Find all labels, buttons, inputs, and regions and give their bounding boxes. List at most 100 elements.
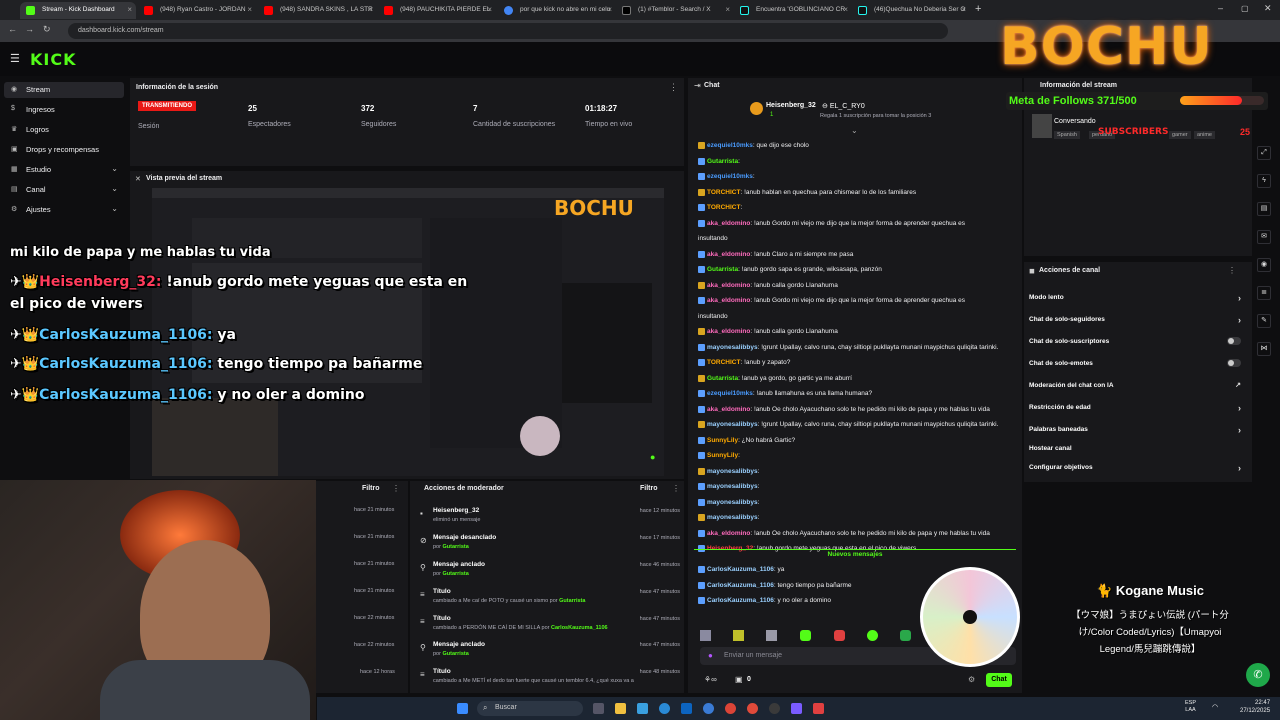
chat-username[interactable]: mayonesalibbys (707, 499, 758, 506)
emote-icon[interactable] (766, 630, 777, 641)
chat-username[interactable]: TORCHICT (707, 204, 740, 211)
app-icon[interactable] (813, 703, 824, 714)
close-icon[interactable]: × (725, 5, 730, 14)
menu-icon[interactable]: ☰ (10, 52, 20, 65)
chat-username[interactable]: mayonesalibbys (707, 421, 758, 428)
forward-icon[interactable]: → (25, 24, 34, 34)
chat-username[interactable]: ezequiel10mks (707, 173, 753, 180)
emote-icon[interactable] (867, 630, 878, 641)
chat-username[interactable]: mayonesalibbys (707, 514, 758, 521)
chat-username[interactable]: aka_eldomino (707, 328, 750, 335)
sidebar-item-stream[interactable]: ◉ Stream (4, 82, 124, 98)
kick-logo[interactable]: KICK (30, 50, 77, 69)
chat-username[interactable]: aka_eldomino (707, 406, 750, 413)
action-slow-mode[interactable]: Modo lento › (1029, 293, 1241, 303)
subs-only-toggle[interactable] (1227, 337, 1241, 345)
rail-document-icon[interactable]: ▤ (1257, 202, 1271, 216)
rail-wrench-icon[interactable]: ✎ (1257, 314, 1271, 328)
whatsapp-icon[interactable]: ✆ (1246, 663, 1270, 687)
sidebar-item-canal[interactable]: ▤ Canal ⌄ (4, 182, 124, 198)
task-view-icon[interactable] (593, 703, 604, 714)
emote-icon[interactable] (900, 630, 911, 641)
send-chat-button[interactable]: Chat (986, 673, 1012, 687)
chat-username[interactable]: SunnyLily (707, 452, 738, 459)
close-icon[interactable]: × (843, 5, 848, 14)
channel-points-icon[interactable]: ⚘∞ (704, 675, 717, 684)
sidebar-item-logros[interactable]: ♛ Logros (4, 122, 124, 138)
collapse-icon[interactable]: ✕ (135, 175, 141, 183)
tab-youtube-2[interactable]: (948) SANDRA SKINS , LA STR × (258, 2, 376, 19)
chat-username[interactable]: Gutarrista (707, 375, 738, 382)
chevron-down-icon[interactable]: ⌄ (851, 126, 858, 135)
action-subs-only[interactable]: Chat de solo-suscriptores (1029, 337, 1241, 345)
close-icon[interactable]: × (127, 5, 132, 14)
chat-username[interactable]: Gutarrista (707, 158, 738, 165)
url-field[interactable]: dashboard.kick.com/stream (68, 23, 948, 39)
mail-icon[interactable] (681, 703, 692, 714)
action-age-restriction[interactable]: Restricción de edad › (1029, 403, 1241, 413)
mod-filter-button[interactable]: Filtro (640, 485, 658, 492)
windows-start-icon[interactable] (457, 703, 468, 714)
chat-username[interactable]: aka_eldomino (707, 251, 750, 258)
chrome-icon[interactable] (747, 703, 758, 714)
chat-username[interactable]: CarlosKauzuma_1106 (707, 582, 774, 589)
stream-category[interactable]: Conversando (1054, 118, 1096, 125)
chat-username[interactable]: ezequiel10mks (707, 390, 753, 397)
minimize-button[interactable]: – (1218, 3, 1223, 13)
tab-youtube-3[interactable]: (948) PAUCHIKITA PIERDE EL × (378, 2, 496, 19)
taskbar-search[interactable]: ⌕ Buscar (477, 701, 583, 716)
chat-username[interactable]: mayonesalibbys (707, 468, 758, 475)
tab-kick-dashboard[interactable]: Stream - Kick Dashboard × (20, 2, 136, 19)
file-explorer-icon[interactable] (615, 703, 626, 714)
discord-icon[interactable] (791, 703, 802, 714)
chat-username[interactable]: aka_eldomino (707, 282, 750, 289)
sidebar-item-estudio[interactable]: ▦ Estudio ⌄ (4, 162, 124, 178)
close-icon[interactable]: × (367, 5, 372, 14)
emote-icon[interactable] (834, 630, 845, 641)
close-icon[interactable]: × (961, 5, 966, 14)
close-icon[interactable]: × (487, 5, 492, 14)
tab-x[interactable]: (1) #Temblor - Search / X × (616, 2, 734, 19)
chat-username[interactable]: TORCHICT (707, 359, 740, 366)
new-tab-button[interactable]: + (975, 3, 981, 15)
tab-tiktok-1[interactable]: Encuentra 'GOBLINCIANO CR × (734, 2, 852, 19)
language-indicator[interactable]: ESP LAA (1185, 700, 1196, 714)
tab-youtube-1[interactable]: (948) Ryan Castro - JORDAN × (138, 2, 256, 19)
action-configure-goals[interactable]: Configurar objetivos › (1029, 463, 1241, 473)
feed-filter-button[interactable]: Filtro (362, 485, 380, 492)
rail-lightning-icon[interactable]: ϟ (1257, 174, 1271, 188)
window-close-button[interactable]: ✕ (1264, 3, 1272, 14)
chat-username[interactable]: Gutarrista (707, 266, 738, 273)
emote-icon[interactable] (800, 630, 811, 641)
sidebar-item-drops[interactable]: ▣ Drops y recompensas (4, 142, 124, 158)
action-banned-words[interactable]: Palabras baneadas › (1029, 425, 1241, 435)
more-options-icon[interactable]: ⋮ (669, 82, 678, 93)
wifi-icon[interactable]: ◠ (1212, 703, 1218, 711)
chat-username[interactable]: mayonesalibbys (707, 344, 758, 351)
action-ai-moderation[interactable]: Moderación del chat con IA ↗ (1029, 382, 1241, 389)
rail-chat-icon[interactable]: ✉ (1257, 230, 1271, 244)
action-host-channel[interactable]: Hostear canal (1029, 445, 1241, 452)
sidebar-item-ajustes[interactable]: ⚙ Ajustes ⌄ (4, 202, 124, 218)
taskbar-clock[interactable]: 22:47 27/12/2025 (1240, 699, 1270, 715)
maximize-button[interactable]: ▢ (1241, 4, 1249, 13)
emote-icon[interactable] (733, 630, 744, 641)
tab-search[interactable]: por que kick no abre en mi celu × (498, 2, 616, 19)
more-options-icon[interactable]: ⋮ (392, 484, 400, 493)
more-options-icon[interactable]: ⋮ (1228, 266, 1236, 275)
chat-username[interactable]: mayonesalibbys (707, 483, 758, 490)
emotes-only-toggle[interactable] (1227, 359, 1241, 367)
gear-icon[interactable]: ⚙ (968, 675, 975, 684)
action-followers-only[interactable]: Chat de solo-seguidores › (1029, 315, 1241, 325)
store-icon[interactable] (637, 703, 648, 714)
chat-username[interactable]: CarlosKauzuma_1106 (707, 566, 774, 573)
reload-icon[interactable]: ↻ (43, 24, 51, 35)
chat-username[interactable]: aka_eldomino (707, 297, 750, 304)
back-icon[interactable]: ← (8, 24, 17, 34)
chrome-icon[interactable] (725, 703, 736, 714)
more-options-icon[interactable]: ⋮ (672, 484, 680, 493)
close-icon[interactable]: × (247, 5, 252, 14)
rail-share-icon[interactable]: ⋈ (1257, 342, 1271, 356)
rail-expand-icon[interactable]: ⤢ (1257, 146, 1271, 160)
chat-username[interactable]: CarlosKauzuma_1106 (707, 597, 774, 604)
